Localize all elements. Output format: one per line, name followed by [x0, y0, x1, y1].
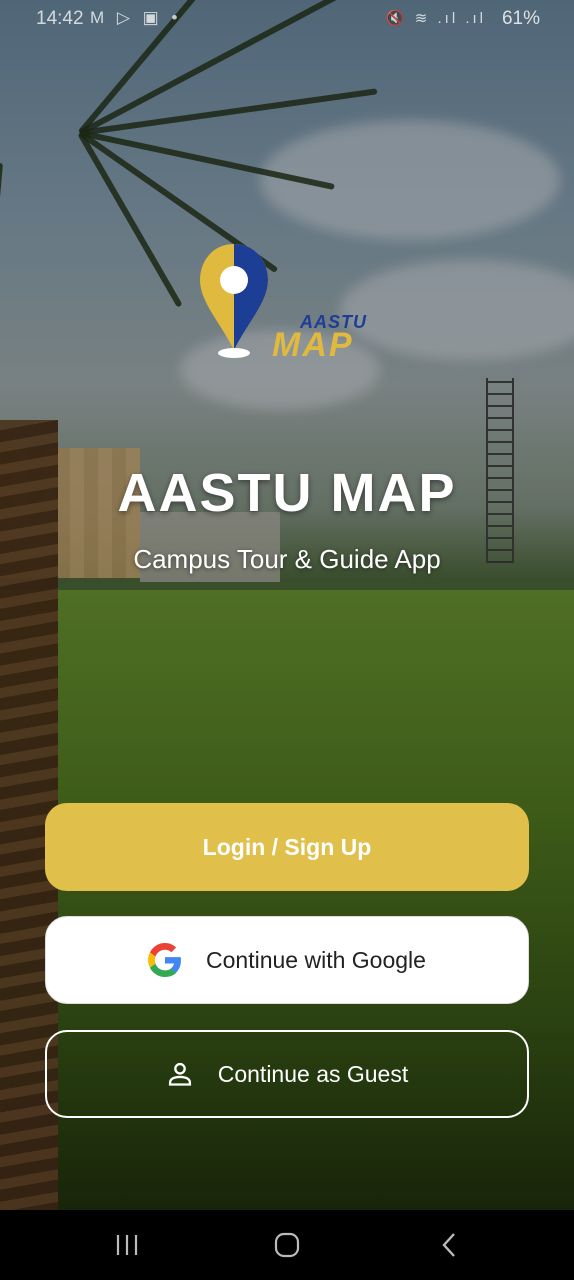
status-time: 14:42	[36, 8, 84, 29]
battery-level: 61%	[501, 8, 540, 29]
map-pin-icon	[200, 244, 268, 358]
status-bar: 14:42 M ▷ ▣ • 🔇 ≋ .ıl .ıl 61%	[0, 0, 574, 38]
recents-icon[interactable]	[110, 1228, 144, 1262]
continue-with-google-label: Continue with Google	[206, 946, 426, 973]
continue-as-guest-label: Continue as Guest	[217, 1060, 409, 1087]
login-signup-button[interactable]: Login / Sign Up	[45, 803, 529, 891]
continue-with-google-button[interactable]: Continue with Google	[45, 916, 529, 1004]
google-icon	[148, 943, 182, 977]
signal-icons: 🔇 ≋ .ıl .ıl	[385, 10, 486, 27]
app-subtitle: Campus Tour & Guide App	[133, 544, 441, 574]
notification-icons: M ▷ ▣ •	[90, 8, 182, 27]
system-navigation-bar	[0, 1210, 574, 1280]
logo-big-text: MAP	[272, 326, 354, 364]
back-icon[interactable]	[432, 1228, 466, 1262]
person-icon	[166, 1060, 194, 1088]
continue-as-guest-button[interactable]: Continue as Guest	[45, 1030, 529, 1118]
login-signup-label: Login / Sign Up	[202, 833, 372, 860]
app-logo: AASTU MAP	[196, 240, 376, 370]
app-title: AASTU MAP	[117, 463, 457, 523]
home-icon[interactable]	[270, 1228, 304, 1262]
background-image	[0, 0, 574, 1210]
